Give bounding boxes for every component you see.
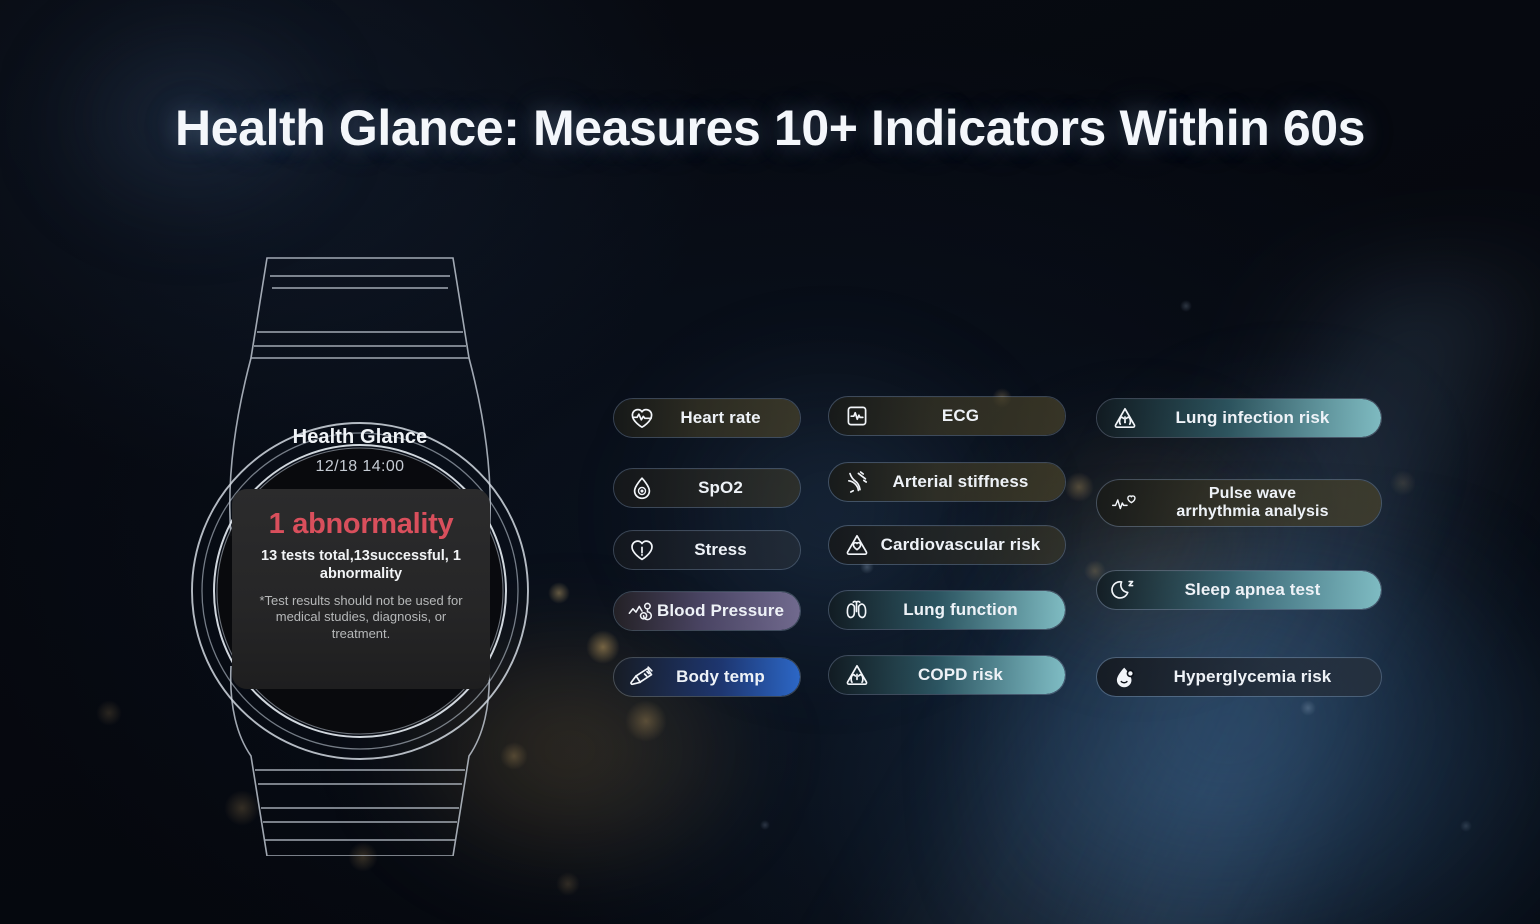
indicator-pill-copd-risk[interactable]: COPD risk [828, 655, 1066, 695]
indicator-pill-heart-rate[interactable]: Heart rate [613, 398, 801, 438]
indicator-pill-arterial-stiffness[interactable]: Arterial stiffness [828, 462, 1066, 502]
indicator-pill-stress[interactable]: Stress [613, 530, 801, 570]
indicator-pill-hyperglycemia-risk[interactable]: Hyperglycemia risk [1096, 657, 1382, 697]
indicator-pill-body-temp[interactable]: Body temp [613, 657, 801, 697]
ecg-monitor-icon [843, 403, 870, 430]
indicator-label: Sleep apnea test [1184, 580, 1321, 600]
indicator-label: Heart rate [680, 408, 761, 428]
indicator-label: Lung function [903, 600, 1018, 620]
indicator-label: Pulse wave arrhythmia analysis [1138, 485, 1371, 521]
bp-wave-icon [628, 598, 655, 625]
indicator-label: Hyperglycemia risk [1173, 667, 1332, 687]
warning-lung-infection-icon [1111, 405, 1138, 432]
indicator-pill-cardiovascular-risk[interactable]: Cardiovascular risk [828, 525, 1066, 565]
indicator-pill-pulse-wave-arrhythmia-analysis[interactable]: Pulse wave arrhythmia analysis [1096, 479, 1382, 527]
indicator-label: Lung infection risk [1175, 408, 1330, 428]
indicator-label: COPD risk [918, 665, 1003, 685]
indicator-pill-spo2[interactable]: SpO2 [613, 468, 801, 508]
indicator-label: SpO2 [698, 478, 743, 498]
indicator-label-line2: arrhythmia analysis [1176, 503, 1329, 520]
indicator-pill-lung-function[interactable]: Lung function [828, 590, 1066, 630]
indicator-label: Cardiovascular risk [880, 535, 1041, 555]
indicator-grid: Heart rate SpO2 Stress Blood Pressure Body t… [0, 0, 1540, 924]
thermometer-icon [628, 664, 655, 691]
lungs-icon [843, 597, 870, 624]
heart-pulse-icon [628, 405, 655, 432]
glucose-drop-icon [1111, 664, 1138, 691]
moon-sleep-icon [1111, 577, 1138, 604]
heart-outline-icon [628, 537, 655, 564]
indicator-label: Stress [694, 540, 747, 560]
blood-drop-icon [628, 475, 655, 502]
pulse-heart-icon [1111, 490, 1138, 517]
warning-heart-icon [843, 532, 870, 559]
indicator-label: Arterial stiffness [892, 472, 1029, 492]
indicator-label: ECG [941, 406, 980, 426]
indicator-label: Body temp [676, 667, 765, 687]
warning-lungs-icon [843, 662, 870, 689]
indicator-pill-blood-pressure[interactable]: Blood Pressure [613, 591, 801, 631]
indicator-pill-sleep-apnea-test[interactable]: Sleep apnea test [1096, 570, 1382, 610]
indicator-label: Blood Pressure [656, 601, 785, 621]
indicator-pill-ecg[interactable]: ECG [828, 396, 1066, 436]
indicator-label-line1: Pulse wave [1208, 485, 1297, 503]
indicator-pill-lung-infection-risk[interactable]: Lung infection risk [1096, 398, 1382, 438]
artery-icon [843, 469, 870, 496]
presentation-slide: Health Glance: Measures 10+ Indicators W… [0, 0, 1540, 924]
